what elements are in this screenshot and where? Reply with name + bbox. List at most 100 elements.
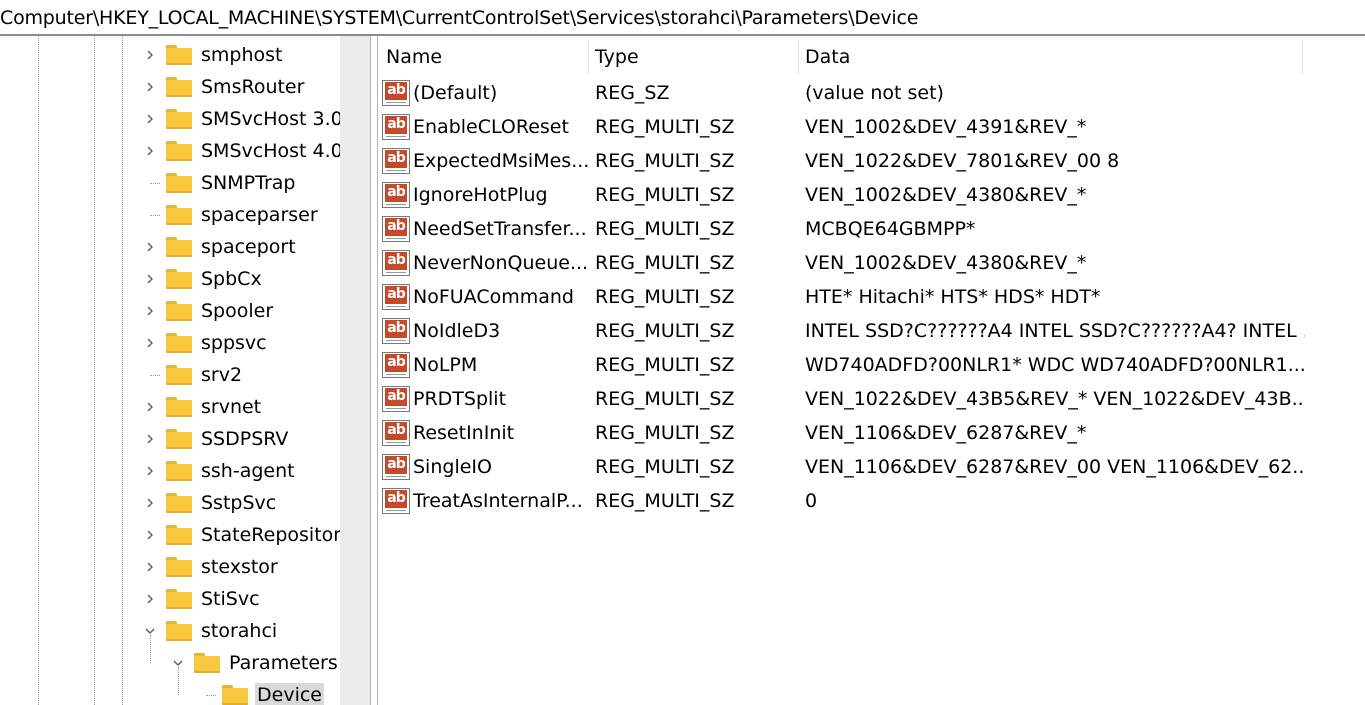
value-name: NoFUACommand xyxy=(413,286,574,308)
value-data: (value not set) xyxy=(805,82,944,104)
value-data: VEN_1002&DEV_4380&REV_* xyxy=(805,252,1087,274)
tree-item[interactable]: sppsvc xyxy=(142,327,269,359)
column-header-name[interactable]: Name xyxy=(386,38,586,76)
registry-path[interactable]: Computer\HKEY_LOCAL_MACHINE\SYSTEM\Curre… xyxy=(0,6,918,30)
value-row[interactable]: ab IgnoreHotPlug REG_MULTI_SZ VEN_1002&DEV_… xyxy=(378,178,1365,212)
column-header-type[interactable]: Type xyxy=(595,38,795,76)
tree-item-label: spaceparser xyxy=(201,204,318,226)
value-data: MCBQE64GBMPP* xyxy=(805,218,976,240)
tree-item[interactable]: StateRepository xyxy=(142,519,340,551)
chevron-right-icon[interactable] xyxy=(142,591,158,607)
tree-item[interactable]: spaceport xyxy=(142,231,298,263)
value-type: REG_MULTI_SZ xyxy=(595,490,735,512)
value-name: IgnoreHotPlug xyxy=(413,184,548,206)
tree-item[interactable]: SstpSvc xyxy=(142,487,278,519)
tree-item-label: srvnet xyxy=(201,396,262,418)
tree-item-label: sppsvc xyxy=(201,332,267,354)
tree-scrollbar[interactable] xyxy=(340,36,370,705)
value-data: VEN_1022&DEV_7801&REV_00 8 xyxy=(805,150,1120,172)
folder-icon xyxy=(166,621,192,641)
tree-item[interactable]: Parameters xyxy=(170,647,340,679)
string-value-icon: ab xyxy=(382,182,410,208)
tree-item[interactable]: SMSvcHost 3.0. xyxy=(142,103,340,135)
tree-item[interactable]: SpbCx xyxy=(142,263,264,295)
chevron-right-icon[interactable] xyxy=(142,399,158,415)
tree-item[interactable]: ssh-agent xyxy=(142,455,297,487)
chevron-right-icon[interactable] xyxy=(142,527,158,543)
chevron-right-icon[interactable] xyxy=(142,47,158,63)
tree-item[interactable]: srvnet xyxy=(142,391,263,423)
pane-splitter[interactable] xyxy=(370,36,378,705)
value-row[interactable]: ab TreatAsInternalP... REG_MULTI_SZ 0 xyxy=(378,484,1365,518)
string-value-icon: ab xyxy=(382,284,410,310)
string-value-icon: ab xyxy=(382,318,410,344)
tree-item[interactable]: StiSvc xyxy=(142,583,262,615)
tree-item[interactable]: spaceparser xyxy=(142,199,320,231)
tree-item[interactable]: SSDPSRV xyxy=(142,423,290,455)
address-bar[interactable]: Computer\HKEY_LOCAL_MACHINE\SYSTEM\Curre… xyxy=(0,0,1365,36)
folder-icon xyxy=(166,525,192,545)
value-row[interactable]: ab NoIdleD3 REG_MULTI_SZ INTEL SSD?C??????A… xyxy=(378,314,1365,348)
chevron-right-icon[interactable] xyxy=(142,559,158,575)
string-value-icon: ab xyxy=(382,80,410,106)
folder-icon xyxy=(166,397,192,417)
chevron-right-icon[interactable] xyxy=(142,495,158,511)
value-name: NoIdleD3 xyxy=(413,320,501,342)
chevron-right-icon[interactable] xyxy=(142,271,158,287)
chevron-right-icon[interactable] xyxy=(142,143,158,159)
chevron-right-icon[interactable] xyxy=(142,335,158,351)
value-row[interactable]: ab NoLPM REG_MULTI_SZ WD740ADFD?00NLR1* WDC… xyxy=(378,348,1365,382)
tree-item-label: storahci xyxy=(201,620,278,642)
value-type: REG_MULTI_SZ xyxy=(595,422,735,444)
value-row[interactable]: ab ResetInInit REG_MULTI_SZ VEN_1106&DEV_62… xyxy=(378,416,1365,450)
tree-item[interactable]: SNMPTrap xyxy=(142,167,297,199)
tree-item[interactable]: stexstor xyxy=(142,551,280,583)
value-row[interactable]: ab SingleIO REG_MULTI_SZ VEN_1106&DEV_6287&… xyxy=(378,450,1365,484)
tree-guide-line xyxy=(94,36,95,705)
tree-item[interactable]: Spooler xyxy=(142,295,275,327)
chevron-right-icon[interactable] xyxy=(142,303,158,319)
column-divider[interactable] xyxy=(798,40,799,74)
value-type: REG_SZ xyxy=(595,82,670,104)
chevron-right-icon[interactable] xyxy=(142,111,158,127)
value-data: 0 xyxy=(805,490,818,512)
chevron-right-icon[interactable] xyxy=(142,431,158,447)
tree-item[interactable]: storahci xyxy=(142,615,279,647)
chevron-right-icon[interactable] xyxy=(142,79,158,95)
value-type: REG_MULTI_SZ xyxy=(595,218,735,240)
value-row[interactable]: ab PRDTSplit REG_MULTI_SZ VEN_1022&DEV_43B5… xyxy=(378,382,1365,416)
chevron-right-icon[interactable] xyxy=(142,239,158,255)
tree-item[interactable]: SmsRouter xyxy=(142,71,306,103)
folder-icon xyxy=(194,653,220,673)
values-list[interactable]: Name Type Data ab (Default) REG_SZ (value n… xyxy=(378,36,1365,705)
folder-icon xyxy=(166,141,192,161)
value-row[interactable]: ab NeedSetTransfer... REG_MULTI_SZ MCBQE64G… xyxy=(378,212,1365,246)
value-name: NeverNonQueue... xyxy=(413,252,589,274)
value-row[interactable]: ab EnableCLOReset REG_MULTI_SZ VEN_1002&DEV… xyxy=(378,110,1365,144)
tree-item-label: srv2 xyxy=(201,364,243,386)
folder-icon xyxy=(222,685,248,705)
tree-item[interactable]: srv2 xyxy=(142,359,244,391)
registry-tree[interactable]: smphost SmsRouter SMSvcHost 3.0. SMSvcHost … xyxy=(0,36,340,705)
value-row[interactable]: ab (Default) REG_SZ (value not set) xyxy=(378,76,1365,110)
tree-item[interactable]: SMSvcHost 4.0. xyxy=(142,135,340,167)
column-divider[interactable] xyxy=(1302,40,1303,74)
tree-item[interactable]: smphost xyxy=(142,39,284,71)
tree-item[interactable]: Device xyxy=(198,679,324,705)
column-header-data[interactable]: Data xyxy=(805,38,1205,76)
value-type: REG_MULTI_SZ xyxy=(595,354,735,376)
value-row[interactable]: ab ExpectedMsiMes... REG_MULTI_SZ VEN_1022&… xyxy=(378,144,1365,178)
value-row[interactable]: ab NoFUACommand REG_MULTI_SZ HTE* Hitachi* … xyxy=(378,280,1365,314)
value-row[interactable]: ab NeverNonQueue... REG_MULTI_SZ VEN_1002&D… xyxy=(378,246,1365,280)
chevron-right-icon[interactable] xyxy=(142,463,158,479)
column-divider[interactable] xyxy=(588,40,589,74)
string-value-icon: ab xyxy=(382,488,410,514)
value-data: VEN_1106&DEV_6287&REV_00 VEN_1106&DEV_62… xyxy=(805,456,1305,478)
value-data: VEN_1106&DEV_6287&REV_* xyxy=(805,422,1087,444)
folder-icon xyxy=(166,333,192,353)
folder-icon xyxy=(166,109,192,129)
value-type: REG_MULTI_SZ xyxy=(595,252,735,274)
tree-item-label: stexstor xyxy=(201,556,278,578)
